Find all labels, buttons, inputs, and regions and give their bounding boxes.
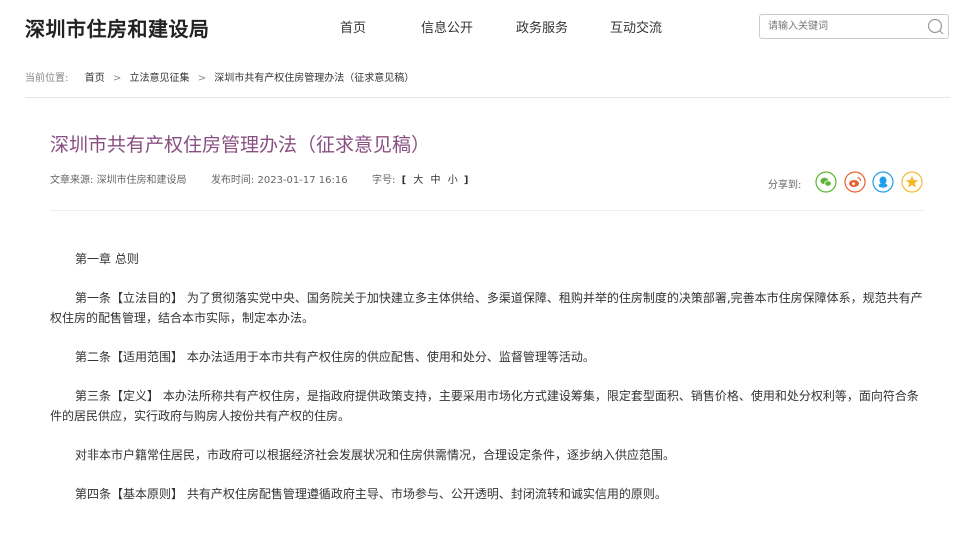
nav-interaction[interactable]: 互动交流: [610, 17, 662, 36]
breadcrumb-divider: [25, 97, 950, 98]
share-wechat-button[interactable]: [815, 171, 837, 193]
article-paragraph: 第二条【适用范围】 本办法适用于本市共有产权住房的供应配售、使用和处分、监督管理…: [75, 350, 595, 364]
site-title[interactable]: 深圳市住房和建设局: [25, 13, 210, 42]
share-weibo-button[interactable]: [844, 171, 866, 193]
breadcrumb-separator: >: [197, 73, 207, 84]
breadcrumb-current: 深圳市共有产权住房管理办法（征求意见稿）: [214, 73, 415, 84]
chapter-heading: 第一章 总则: [75, 252, 139, 266]
wechat-icon: [815, 171, 837, 193]
nav-info-disclosure[interactable]: 信息公开: [421, 17, 473, 36]
breadcrumb-separator: >: [112, 73, 122, 84]
article-meta: 文章来源: 深圳市住房和建设局 发布时间: 2023-01-17 16:16 字…: [50, 171, 468, 186]
article-title: 深圳市共有产权住房管理办法（征求意见稿）: [50, 134, 431, 156]
search-input[interactable]: [760, 15, 920, 38]
time-label: 发布时间:: [210, 175, 255, 186]
share-qzone-button[interactable]: [901, 171, 923, 193]
source-label: 文章来源:: [50, 175, 94, 186]
article-source: 深圳市住房和建设局: [96, 175, 187, 186]
share-qq-button[interactable]: [872, 171, 894, 193]
publish-time: 2023-01-17 16:16: [257, 175, 348, 186]
meta-divider: [50, 210, 925, 211]
search-button[interactable]: [926, 17, 945, 36]
site-header: 深圳市住房和建设局 首页 信息公开 政务服务 互动交流: [0, 0, 960, 54]
font-size-small[interactable]: 小: [448, 175, 458, 186]
breadcrumb-home[interactable]: 首页: [85, 73, 105, 84]
nav-home[interactable]: 首页: [340, 17, 366, 36]
article-paragraph: 对非本市户籍常住居民，市政府可以根据经济社会发展状况和住房供需情况，合理设定条件…: [75, 448, 676, 462]
font-size-medium[interactable]: 中: [431, 175, 441, 186]
font-size-large[interactable]: 大: [413, 175, 423, 186]
qzone-icon: [901, 171, 923, 193]
share-label: 分享到:: [768, 180, 802, 191]
search-box: [759, 14, 949, 39]
nav-government-services[interactable]: 政务服务: [516, 17, 568, 36]
font-size-bracket-close: ]: [463, 175, 469, 186]
breadcrumb-legislation[interactable]: 立法意见征集: [130, 73, 190, 84]
weibo-icon: [844, 171, 866, 193]
breadcrumb-label: 当前位置:: [25, 73, 69, 84]
search-icon: [927, 18, 944, 35]
article-paragraph: 第四条【基本原则】 共有产权住房配售管理遵循政府主导、市场参与、公开透明、封闭流…: [75, 487, 667, 501]
font-size-bracket-open: [: [401, 175, 407, 186]
article-content: 第一章 总则 第一条【立法目的】 为了贯彻落实党中央、国务院关于加快建立多主体供…: [50, 249, 925, 523]
article-paragraph: 第一条【立法目的】 为了贯彻落实党中央、国务院关于加快建立多主体供给、多渠道保障…: [50, 291, 923, 325]
qq-icon: [872, 171, 894, 193]
article-paragraph: 第三条【定义】 本办法所称共有产权住房，是指政府提供政策支持，主要采用市场化方式…: [50, 389, 919, 423]
font-size-label: 字号:: [372, 175, 396, 186]
breadcrumb: 当前位置: 首页 > 立法意见征集 > 深圳市共有产权住房管理办法（征求意见稿）: [25, 69, 414, 84]
